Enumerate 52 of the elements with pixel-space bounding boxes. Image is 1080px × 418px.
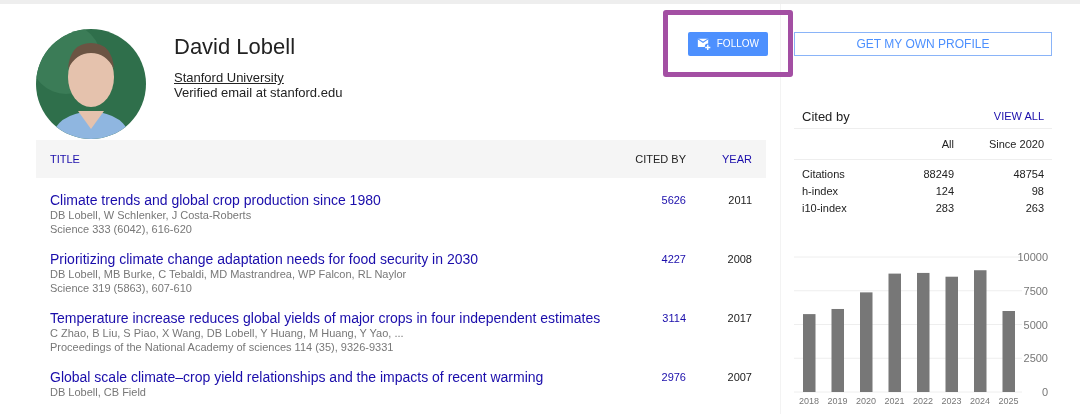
metric-value: 124 <box>935 184 954 199</box>
article-venue: Science 333 (6042), 616-620 <box>50 222 193 236</box>
column-header: CITED BY <box>635 153 686 165</box>
citation-count-link[interactable]: 2976 <box>661 369 686 414</box>
axis-label: 2023 <box>941 396 962 406</box>
metric-value: 88249 <box>923 167 954 182</box>
axis-label: 2021 <box>884 396 905 406</box>
metric-label: h-index <box>802 184 839 199</box>
axis-label: 2018 <box>799 396 819 406</box>
email-text: Verified email at stanford.edu <box>174 85 343 100</box>
column-header: Since 2020 <box>988 136 1044 152</box>
article-title-link[interactable]: Prioritizing climate change adaptation needs for food security in 2030 <box>50 251 606 267</box>
axis-label: 2500 <box>1023 352 1048 365</box>
citation-count-link[interactable]: 4227 <box>661 251 686 296</box>
year-text: 2007 <box>727 370 752 385</box>
axis-label: 2024 <box>970 396 990 406</box>
article-venue: Science 319 (5863), 607-610 <box>50 281 193 295</box>
metric-value: 283 <box>935 201 954 216</box>
column-header[interactable]: YEAR <box>722 153 752 165</box>
axis-label: 10000 <box>1017 251 1048 263</box>
article-authors: C Zhao, B Liu, S Piao, X Wang, DB Lobell, Y Huang, M Huang, Y Yao, ... <box>50 326 405 340</box>
metric-value: 263 <box>1025 201 1044 216</box>
metric-label: Citations <box>802 167 845 182</box>
metric-value: 98 <box>1031 184 1044 199</box>
article-venue: Proceedings of the National Academy of sciences 114 (35), 9326-9331 <box>50 340 395 354</box>
affiliation-link[interactable]: Stanford University <box>174 70 284 85</box>
article-title-link[interactable]: Global scale climate–crop yield relationships and the impacts of recent warming <box>50 369 606 385</box>
year-text: 2017 <box>727 311 752 326</box>
axis-label: 2020 <box>856 396 876 406</box>
column-header[interactable]: TITLE <box>50 153 80 165</box>
profile-name: David Lobell <box>174 34 297 60</box>
article-authors: DB Lobell, W Schlenker, J Costa-Roberts <box>50 208 253 222</box>
year-text: 2008 <box>727 252 752 267</box>
section-title: Cited by <box>802 108 850 124</box>
axis-label: 2022 <box>913 396 933 406</box>
axis-label: 2019 <box>827 396 848 406</box>
axis-label: 2025 <box>998 396 1019 406</box>
year-text: 2011 <box>728 193 752 208</box>
metric-value: 48754 <box>1013 167 1044 182</box>
article-authors: DB Lobell, CB Field <box>50 385 147 399</box>
axis-label: 5000 <box>1023 318 1048 331</box>
axis-label: 7500 <box>1023 284 1048 297</box>
axis-label: 0 <box>1041 386 1048 398</box>
citation-count-link[interactable]: 5626 <box>661 192 686 237</box>
article-title-link[interactable]: Climate trends and global crop production since 1980 <box>50 192 606 208</box>
article-authors: DB Lobell, MB Burke, C Tebaldi, MD Mastrandrea, WP Falcon, RL Naylor <box>50 267 408 281</box>
mail-plus-icon <box>697 36 711 51</box>
view-all-link[interactable]: VIEW ALL <box>993 110 1044 122</box>
column-header: All <box>941 136 954 152</box>
article-title-link[interactable]: Temperature increase reduces global yields of major crops in four independent estimates <box>50 310 606 326</box>
citation-count-link[interactable]: 3114 <box>662 310 686 355</box>
metric-label: i10-index <box>802 201 847 216</box>
